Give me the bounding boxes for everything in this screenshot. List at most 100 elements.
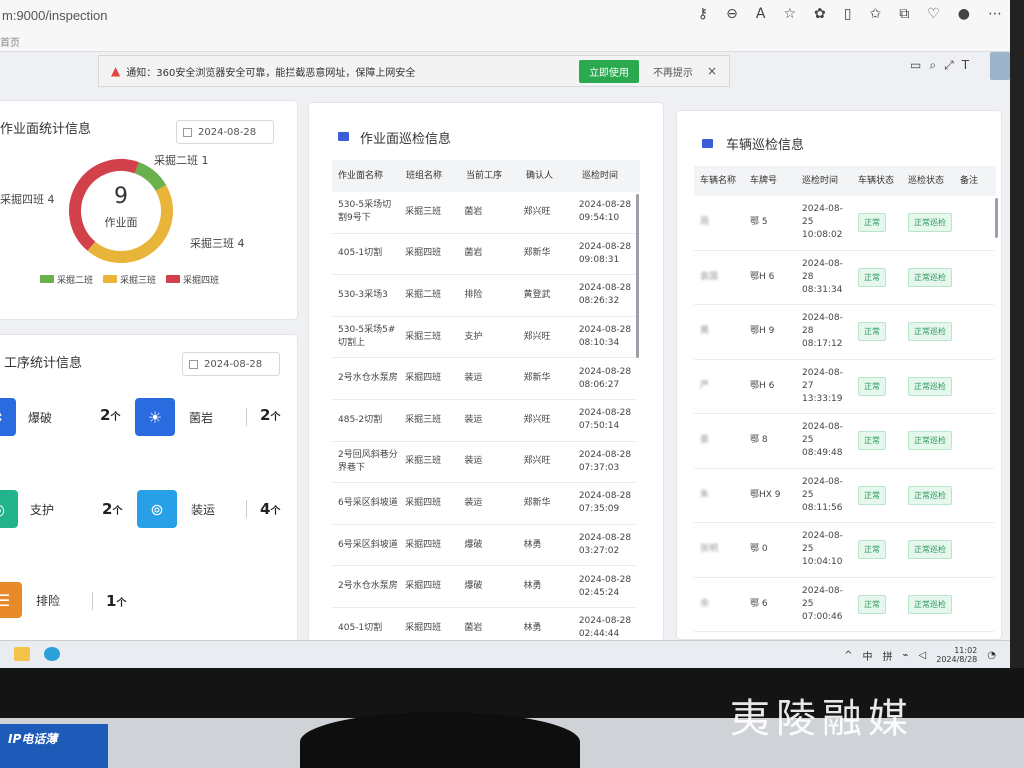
screen-icon[interactable]: ▭ (910, 58, 921, 73)
table-cell: 2024-08-28 02:44:44 (578, 616, 632, 640)
table-row[interactable]: 姜 鄂 8 2024-08-25 08:49:48 正常 正常巡检 (694, 414, 994, 469)
table-cell: 2024-08-28 07:35:09 (578, 491, 632, 515)
table-cell: 爆破 (464, 539, 483, 550)
table-cell: 530-3采场3 (338, 289, 388, 300)
table-row[interactable]: 余 鄂 6 2024-08-25 07:00:46 正常 正常巡检 (694, 578, 994, 632)
table-cell: 郑兴旺 (523, 206, 551, 217)
fullscreen-icon[interactable]: ⤢ (944, 58, 954, 73)
slice-label-1: 采掘二班 1 (154, 154, 209, 167)
table-cell: 装运 (464, 497, 483, 508)
table-row[interactable]: 黄 鄂H 9 2024-08-28 08:17:12 正常 正常巡检 (694, 305, 994, 360)
vehicle-status-badge: 正常 (858, 540, 886, 560)
legend-item[interactable]: 采掘三班 (103, 273, 156, 286)
table-cell: 支护 (464, 331, 483, 342)
vehicle-name-cell: 黄 (700, 326, 710, 337)
inspection-time-cell: 2024-08-28 08:17:12 (802, 313, 843, 350)
split-screen-icon[interactable]: ▯ (844, 6, 852, 22)
ime-mode[interactable]: 拼 (883, 648, 893, 663)
notification-bell-icon[interactable]: ◔ (987, 650, 996, 661)
extensions-icon[interactable]: ✿ (814, 6, 826, 22)
inspection-status-badge: 正常巡检 (908, 267, 952, 287)
table-row[interactable]: 530-5采场切割9号下 采掘三班 菌岩 郑兴旺 2024-08-28 09:54:10 (332, 192, 636, 234)
profile-icon[interactable]: ● (958, 6, 970, 22)
process-item-rock[interactable]: ☀ 菌岩 (135, 398, 213, 436)
status-cell: 正常 (852, 213, 902, 233)
legend-swatch (40, 275, 54, 283)
face-stats-title: 作业面统计信息 (0, 122, 92, 137)
table-row[interactable]: 朱 鄂HX 9 2024-08-25 08:11:56 正常 正常巡检 (694, 469, 994, 523)
process-item-loading[interactable]: ⊚ 装运 (137, 490, 215, 528)
table-cell: 2024-08-28 09:54:10 (578, 200, 632, 224)
close-icon[interactable]: × (707, 64, 717, 78)
table-cell: 2024-08-28 07:50:14 (578, 408, 632, 432)
system-tray: ^ 中 拼 ⌁ ◁ 11:02 2024/8/28 ◔ (844, 646, 996, 664)
browser-address-bar[interactable]: m:9000/inspection ⚷ ⊖ A ☆ ✿ ▯ ✩ ⧉ ♡ ● ⋯ (0, 0, 1010, 30)
favorite-star-icon[interactable]: ☆ (783, 6, 796, 22)
zoom-out-icon[interactable]: ⊖ (726, 6, 738, 22)
avatar[interactable] (990, 52, 1010, 80)
table-cell: 2024-08-28 03:27:02 (578, 533, 632, 557)
legend-item[interactable]: 采掘四班 (166, 273, 219, 286)
tab-home[interactable]: 首页 (0, 34, 20, 49)
favorites-icon[interactable]: ✩ (869, 6, 881, 22)
ime-indicator[interactable]: 中 (863, 648, 873, 663)
process-stats-date-picker[interactable]: 2024-08-28 (182, 352, 280, 376)
more-icon[interactable]: ⋯ (988, 6, 1002, 22)
clock[interactable]: 11:02 2024/8/28 (936, 646, 977, 664)
dont-remind-link[interactable]: 不再提示 (653, 64, 693, 79)
table-row[interactable]: 6号采区斜坡道 采掘四班 爆破 林勇 2024-08-28 03:27:02 (332, 525, 636, 567)
table-row[interactable]: 张明 鄂 0 2024-08-25 10:04:10 正常 正常巡检 (694, 523, 994, 578)
table-cell: 6号采区斜坡道 (338, 497, 398, 508)
face-stats-date-picker[interactable]: 2024-08-28 (176, 120, 274, 144)
key-icon[interactable]: ⚷ (698, 6, 708, 22)
text-size-icon[interactable]: T (962, 58, 969, 73)
network-icon[interactable]: ⌁ (903, 650, 909, 661)
table-row[interactable]: 485-2切割 采掘三班 装运 郑兴旺 2024-08-28 07:50:14 (332, 400, 636, 442)
chevron-up-icon[interactable]: ^ (844, 650, 852, 661)
process-item-blast[interactable]: ✱ 爆破 (0, 398, 52, 436)
table-row[interactable]: 2号回风斜巷分界巷下 采掘三班 装运 郑兴旺 2024-08-28 07:37:03 (332, 442, 636, 484)
edge-browser-icon[interactable] (44, 647, 60, 661)
table-row[interactable]: 周 鄂 5 2024-08-25 10:08:02 正常 正常巡检 (694, 196, 994, 251)
vehicle-name-cell: 余 (700, 598, 710, 609)
inspection-time-cell: 2024-08-25 10:08:02 (802, 204, 843, 241)
read-aloud-icon[interactable]: A (756, 6, 766, 22)
file-explorer-icon[interactable] (14, 647, 30, 661)
monitor-screen: m:9000/inspection ⚷ ⊖ A ☆ ✿ ▯ ✩ ⧉ ♡ ● ⋯ … (0, 0, 1010, 668)
collections-icon[interactable]: ⧉ (899, 6, 909, 22)
vehicle-status-badge: 正常 (858, 431, 886, 451)
inspection-status-badge: 正常巡检 (908, 431, 952, 451)
status-cell: 正常 (852, 431, 902, 451)
legend-item[interactable]: 采掘二班 (40, 273, 93, 286)
table-cell: 林勇 (523, 539, 542, 550)
vehicle-table-scrollbar[interactable] (995, 198, 998, 238)
table-cell: 2024-08-28 08:26:32 (578, 283, 632, 307)
table-row[interactable]: 405-1切割 采掘四班 菌岩 郑新华 2024-08-28 09:08:31 (332, 234, 636, 276)
vehicle-col-header: 巡检时间 (802, 175, 839, 186)
watermark: 夷陵融媒 (730, 696, 914, 742)
volume-icon[interactable]: ◁ (919, 650, 927, 661)
table-row[interactable]: 严 鄂H 6 2024-08-27 13:33:19 正常 正常巡检 (694, 360, 994, 414)
vehicle-name-cell: 姜 (700, 435, 710, 446)
search-icon[interactable]: ⌕ (929, 58, 936, 73)
table-row[interactable]: 2号水仓水泵房 采掘四班 爆破 林勇 2024-08-28 02:45:24 (332, 566, 636, 608)
table-cell: 采掘二班 (405, 289, 442, 300)
table-row[interactable]: 6号采区斜坡道 采掘四班 装运 郑新华 2024-08-28 07:35:09 (332, 483, 636, 525)
table-row[interactable]: 530-5采场5#切割上 采掘三班 支护 郑兴旺 2024-08-28 08:10:34 (332, 317, 636, 359)
divider (246, 500, 247, 518)
table-cell: 采掘四班 (405, 539, 442, 550)
table-cell: 采掘四班 (405, 622, 442, 633)
process-item-support[interactable]: ◎ 支护 (0, 490, 54, 528)
table-row[interactable]: 530-3采场3 采掘二班 排险 黄登武 2024-08-28 08:26:32 (332, 275, 636, 317)
process-item-hazard[interactable]: ☰ 排险 (0, 582, 60, 618)
process-count-blast: 2个 (100, 406, 121, 424)
table-row[interactable]: 2号水仓水泵房 采掘四班 装运 郑新华 2024-08-28 08:06:27 (332, 358, 636, 400)
vehicle-name-cell: 袁国 (700, 271, 719, 282)
heart-icon[interactable]: ♡ (927, 6, 940, 22)
table-cell: 2024-08-28 08:10:34 (578, 325, 632, 349)
warning-icon: ▲ (111, 64, 121, 78)
use-now-button[interactable]: 立即使用 (578, 59, 639, 83)
face-table-scrollbar[interactable] (636, 194, 639, 358)
status-cell: 正常 (852, 376, 902, 396)
table-row[interactable]: 袁国 鄂H 6 2024-08-28 08:31:34 正常 正常巡检 (694, 251, 994, 305)
